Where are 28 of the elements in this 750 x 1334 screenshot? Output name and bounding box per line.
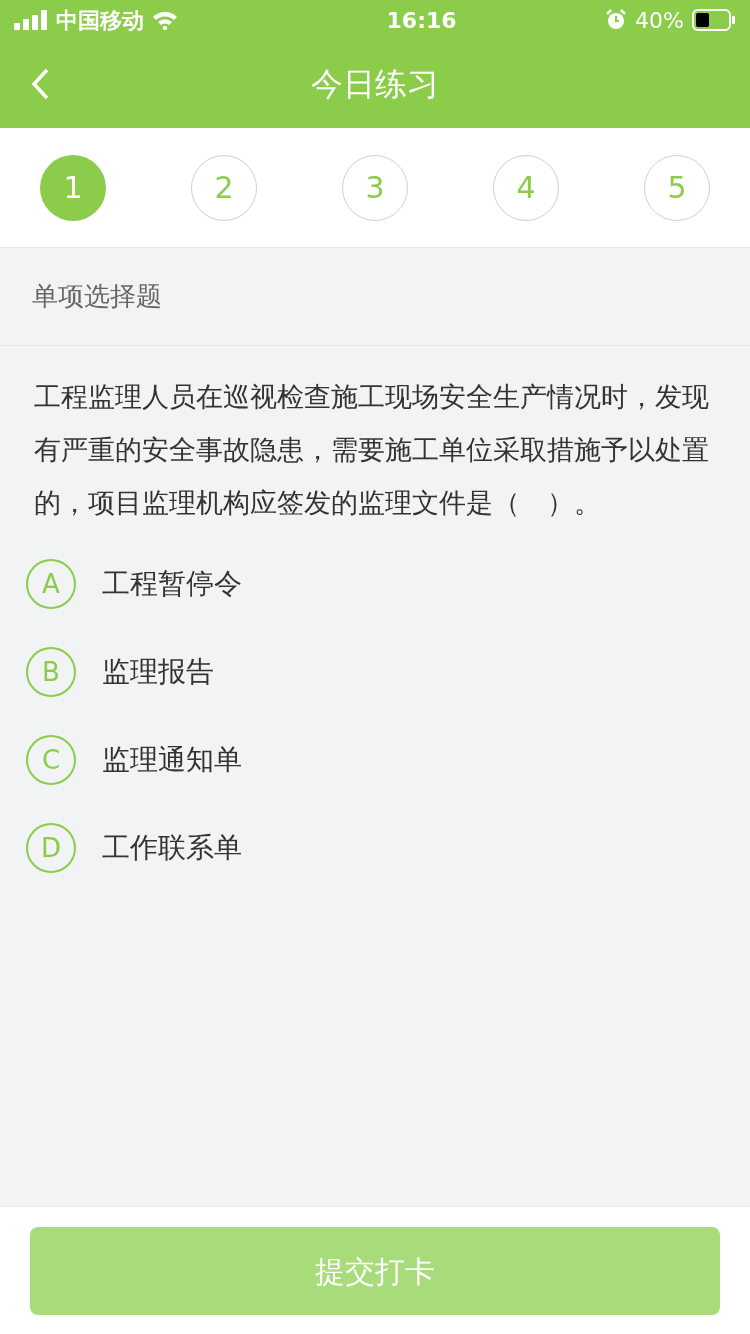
carrier-name: 中国移动	[56, 6, 144, 35]
option-letter: A	[26, 559, 76, 609]
back-icon	[31, 68, 49, 100]
answer-option[interactable]: A 工程暂停令	[26, 559, 724, 609]
option-text: 监理通知单	[102, 742, 242, 778]
page-title: 今日练习	[311, 64, 439, 105]
answer-option[interactable]: D 工作联系单	[26, 823, 724, 873]
status-time: 16:16	[386, 6, 457, 35]
battery-icon	[692, 9, 736, 31]
answer-option[interactable]: B 监理报告	[26, 647, 724, 697]
question-type: 单项选择题	[32, 280, 162, 313]
question-number-tab[interactable]: 4	[493, 154, 559, 221]
battery-percent: 40%	[635, 6, 684, 35]
option-text: 工程暂停令	[102, 566, 242, 602]
option-letter: B	[26, 647, 76, 697]
question-number-tab[interactable]: 3	[342, 154, 408, 221]
signal-icon	[14, 10, 48, 30]
question-text: 工程监理人员在巡视检查施工现场安全生产情况时，发现有严重的安全事故隐患，需要施工单位采取措施予以处置的，项目监理机构应签发的监理文件是（ ）。	[33, 380, 710, 520]
option-text: 工作联系单	[102, 830, 242, 866]
question-number-tab[interactable]: 2	[191, 154, 257, 221]
alarm-icon	[605, 9, 628, 31]
option-letter: D	[26, 823, 76, 873]
wifi-icon	[152, 10, 178, 30]
question-number-tab[interactable]: 1	[40, 154, 106, 221]
option-text: 监理报告	[102, 654, 214, 690]
question-number-tab[interactable]: 5	[644, 154, 710, 221]
option-letter: C	[26, 735, 76, 785]
answer-option[interactable]: C 监理通知单	[26, 735, 724, 785]
